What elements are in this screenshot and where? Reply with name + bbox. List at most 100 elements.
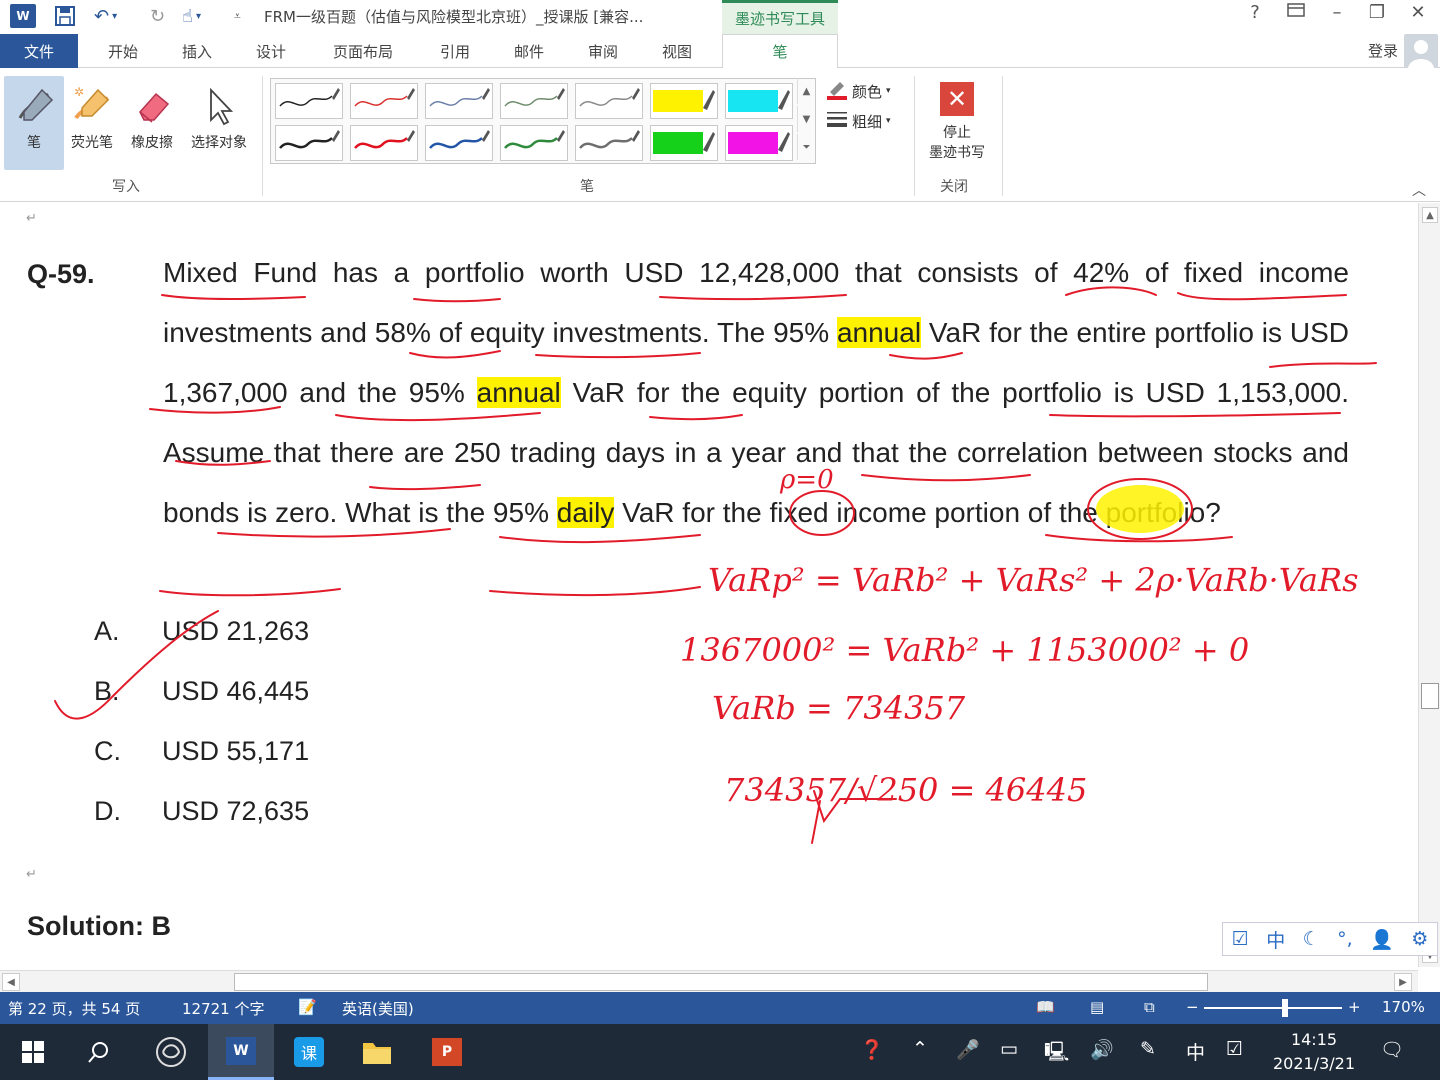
word-count[interactable]: 12721 个字 (182, 998, 265, 1019)
classroom-app-icon[interactable]: 课 (276, 1024, 342, 1080)
redo-icon[interactable]: ↻ (150, 4, 165, 28)
ribbon-display-options-icon[interactable] (1281, 2, 1311, 23)
pen-style-swatch[interactable] (725, 83, 793, 119)
zoom-slider-track[interactable] (1204, 1007, 1342, 1009)
vertical-scrollbar[interactable]: ▲ ▼ (1418, 203, 1440, 967)
close-window-icon[interactable]: ✕ (1403, 2, 1433, 23)
tab-pens[interactable]: 笔 (722, 34, 838, 69)
pen-thickness-dropdown[interactable]: 粗细 ▾ (826, 110, 891, 132)
touch-mode-icon[interactable]: ☝ ▾ (182, 4, 201, 28)
scroll-thumb[interactable] (234, 973, 1208, 991)
pen-style-swatch[interactable] (350, 125, 418, 161)
pen-style-swatch[interactable] (275, 83, 343, 119)
tab-references[interactable]: 引用 (424, 34, 486, 68)
ime-moon-icon[interactable]: ☾ (1303, 928, 1320, 950)
pen-color-dropdown[interactable]: 颜色 ▾ (826, 78, 891, 104)
tab-design[interactable]: 设计 (240, 34, 302, 68)
question-text: Mixed Fund has a portfolio worth USD 12,… (163, 243, 1349, 543)
scroll-right-icon[interactable]: ▶ (1394, 973, 1412, 991)
save-icon[interactable] (54, 4, 76, 28)
ink-formula-line-2: 1367000² = VaRb² + 1153000² + 0 (680, 631, 1250, 669)
volume-icon[interactable]: 🔊 (1090, 1038, 1114, 1061)
powerpoint-icon[interactable]: P (414, 1024, 480, 1080)
pen-style-swatch[interactable] (725, 125, 793, 161)
svg-text:✲: ✲ (74, 85, 84, 99)
zoom-slider-thumb[interactable] (1282, 999, 1288, 1017)
scroll-left-icon[interactable]: ◀ (2, 973, 20, 991)
web-layout-icon[interactable]: ⧉ (1144, 998, 1155, 1016)
pen-style-swatch[interactable] (350, 83, 418, 119)
word-taskbar-icon[interactable]: W (208, 1024, 274, 1080)
file-explorer-icon[interactable] (344, 1024, 410, 1080)
ime-indicator[interactable]: 中 (1186, 1038, 1205, 1065)
gallery-scroll-up[interactable]: ▲ (797, 78, 815, 104)
ime-user-icon[interactable]: 👤 (1370, 928, 1394, 951)
pen-style-swatch[interactable] (275, 125, 343, 161)
zoom-out-icon[interactable]: − (1186, 998, 1199, 1016)
pen-style-swatch[interactable] (650, 125, 718, 161)
tab-view[interactable]: 视图 (646, 34, 708, 68)
pen-style-swatch[interactable] (500, 83, 568, 119)
sign-in-link[interactable]: 登录 (1368, 40, 1398, 61)
pen-style-swatch[interactable] (650, 83, 718, 119)
pen-tool-button[interactable]: 笔 (4, 76, 64, 170)
zoom-in-icon[interactable]: + (1348, 998, 1361, 1016)
select-objects-button[interactable]: 选择对象 (184, 76, 254, 170)
notifications-icon[interactable]: 🗨 (1380, 1038, 1404, 1061)
minimize-icon[interactable]: – (1322, 2, 1352, 23)
taskbar-clock[interactable]: 14:15 2021/3/21 (1262, 1028, 1366, 1076)
pen-style-swatch[interactable] (425, 83, 493, 119)
horizontal-scrollbar[interactable]: ◀ ▶ (0, 970, 1418, 992)
pen-style-swatch[interactable] (575, 83, 643, 119)
avatar[interactable] (1404, 34, 1438, 68)
tab-review[interactable]: 审阅 (572, 34, 634, 68)
tab-mailings[interactable]: 邮件 (498, 34, 560, 68)
pen-style-swatch[interactable] (575, 125, 643, 161)
proofing-icon[interactable]: 📝 (298, 998, 317, 1016)
ime-punctuation-icon[interactable]: °, (1337, 928, 1353, 950)
document-page[interactable]: ↵ Q-59. Mixed Fund has a portfolio worth… (0, 203, 1418, 967)
customize-toolbar-icon[interactable]: ⩡ (234, 4, 241, 28)
eraser-tool-button[interactable]: 橡皮擦 (122, 76, 182, 170)
scroll-thumb[interactable] (1421, 683, 1439, 709)
pen-style-swatch[interactable] (500, 125, 568, 161)
print-layout-icon[interactable]: ▤ (1090, 998, 1104, 1016)
ime-check-icon[interactable]: ☑ (1232, 928, 1249, 950)
battery-icon[interactable]: ▭ (1000, 1038, 1018, 1060)
scroll-up-icon[interactable]: ▲ (1422, 207, 1438, 223)
help-icon[interactable]: ? (1240, 2, 1270, 23)
ime-mode-toggle[interactable]: 中 (1266, 926, 1285, 953)
option-text: USD 21,263 (162, 616, 310, 646)
gallery-expand[interactable]: ⏷ (797, 134, 815, 160)
search-icon[interactable] (66, 1024, 132, 1080)
microphone-icon[interactable]: 🎤 (956, 1038, 980, 1061)
collapse-ribbon-icon[interactable]: ︿ (1412, 180, 1426, 200)
stop-inking-label-2: 墨迹书写 (929, 145, 985, 161)
help-tray-icon[interactable]: ❓ (860, 1038, 884, 1061)
pen-style-swatch[interactable] (425, 125, 493, 161)
undo-icon[interactable]: ↶ ▾ (94, 4, 117, 28)
pen-tray-icon[interactable]: ✎ (1140, 1038, 1156, 1060)
tab-page-layout[interactable]: 页面布局 (320, 34, 406, 68)
tab-file[interactable]: 文件 (0, 34, 78, 68)
page-count[interactable]: 第 22 页，共 54 页 (8, 998, 140, 1019)
tab-insert[interactable]: 插入 (166, 34, 228, 68)
status-bar: 第 22 页，共 54 页 12721 个字 📝 英语(美国) 📖 ▤ ⧉ − … (0, 992, 1440, 1024)
restore-icon[interactable]: ❐ (1362, 2, 1392, 23)
chevron-up-icon[interactable]: ⌃ (912, 1038, 928, 1060)
network-icon[interactable]: 🖳 (1044, 1038, 1069, 1070)
document-title: FRM一级百题（估值与风险模型北京班）_授课版 [兼容... (264, 8, 644, 26)
app-circle-icon[interactable] (138, 1024, 204, 1080)
tab-home[interactable]: 开始 (92, 34, 154, 68)
language-indicator[interactable]: 英语(美国) (342, 998, 414, 1019)
highlighter-tool-button[interactable]: ✲ 荧光笔 (62, 76, 122, 170)
check-shield-icon[interactable]: ☑ (1226, 1038, 1243, 1060)
gallery-scroll-down[interactable]: ▼ (797, 106, 815, 132)
stop-inking-button[interactable]: ✕ 停止 墨迹书写 (920, 76, 994, 170)
zoom-level[interactable]: 170% (1382, 998, 1425, 1016)
read-mode-icon[interactable]: 📖 (1036, 998, 1055, 1016)
ime-settings-icon[interactable]: ⚙ (1411, 928, 1428, 950)
start-windows-icon[interactable] (0, 1024, 66, 1080)
option-text: USD 55,171 (162, 736, 310, 766)
option-letter: A. (94, 616, 120, 646)
